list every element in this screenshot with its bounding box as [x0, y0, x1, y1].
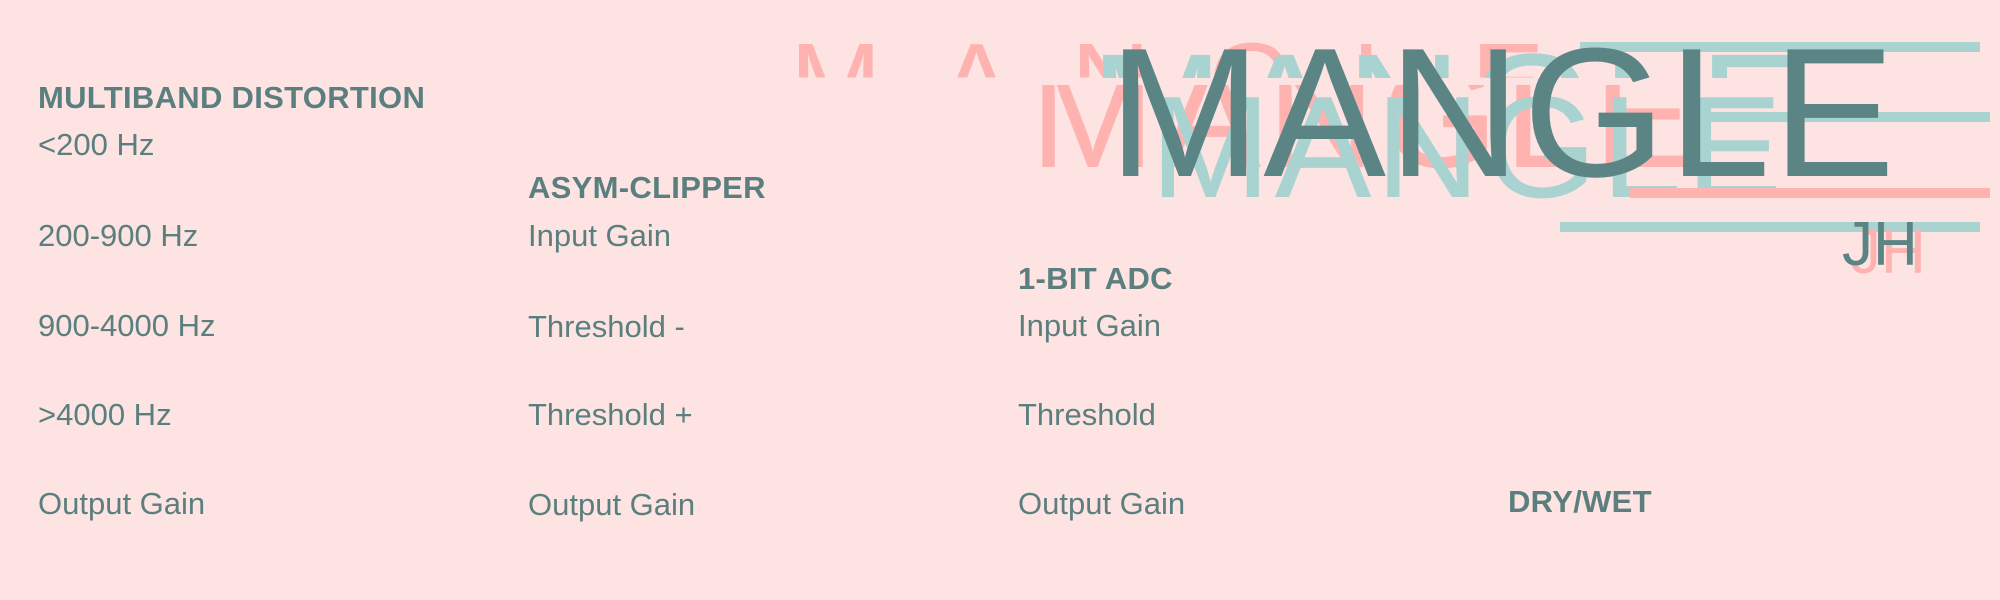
adc-title: 1-BIT ADC [1018, 261, 1173, 296]
band-high-knob[interactable]: >4000 Hz [38, 397, 172, 433]
band-highmid-knob[interactable]: 900-4000 Hz [38, 308, 216, 344]
clipper-threshold-neg-knob[interactable]: Threshold - [528, 309, 685, 345]
asym-clipper-title: ASYM-CLIPPER [528, 170, 766, 205]
logo-title: MANGLE [1108, 9, 1898, 215]
adc-output-gain-knob[interactable]: Output Gain [1018, 486, 1185, 522]
glitch-bar [1630, 188, 1990, 198]
adc-threshold-knob[interactable]: Threshold [1018, 397, 1156, 433]
logo-ghost-pink-2: MANGLE [1030, 31, 1700, 199]
band-low-knob[interactable]: <200 Hz [38, 127, 154, 163]
glitch-bar [1580, 42, 1980, 52]
band-lowmid-knob[interactable]: 200-900 Hz [38, 218, 198, 254]
logo-author: JH [1842, 210, 1918, 279]
multiband-output-gain-knob[interactable]: Output Gain [38, 486, 205, 522]
logo-author-ghost: JH [1850, 218, 1926, 287]
logo-ghost-teal-2: MANGLE [1150, 66, 1787, 228]
logo-ghost-teal-1: MANGLE [1090, 20, 1814, 199]
adc-input-gain-knob[interactable]: Input Gain [1018, 308, 1161, 344]
logo-ghost-pink-1: MANGLE [790, 21, 1603, 144]
clipper-input-gain-knob[interactable]: Input Gain [528, 218, 671, 254]
dry-wet-title[interactable]: DRY/WET [1508, 484, 1652, 520]
clipper-threshold-pos-knob[interactable]: Threshold + [528, 397, 693, 433]
mangle-logo: MANGLE MANGLE MANGLE MANGLE MANGLE JH JH [0, 0, 2000, 320]
multiband-title: MULTIBAND DISTORTION [38, 80, 426, 115]
glitch-bar [1700, 112, 1990, 122]
glitch-bar [1560, 222, 1980, 232]
clipper-output-gain-knob[interactable]: Output Gain [528, 487, 695, 523]
